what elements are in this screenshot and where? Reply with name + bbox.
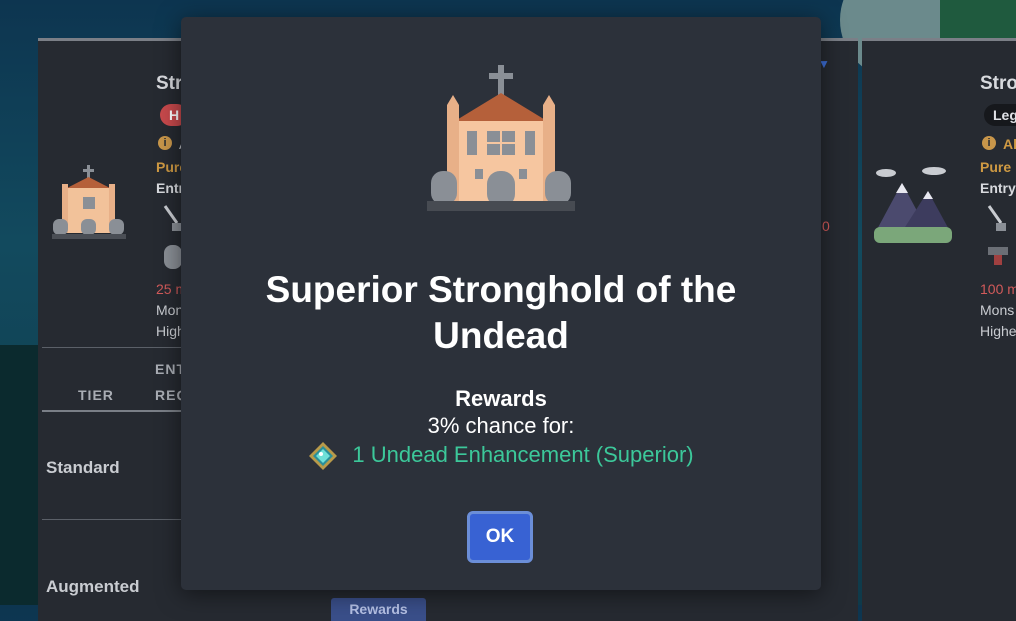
enhancement-gem-icon [309, 442, 338, 470]
ok-button[interactable]: OK [467, 511, 533, 563]
haunted-church-icon [427, 65, 575, 211]
reward-item-label: 1 Undead Enhancement (Superior) [352, 441, 694, 467]
modal-overlay: Superior Stronghold of the Undead Reward… [0, 0, 1016, 605]
reward-modal: Superior Stronghold of the Undead Reward… [181, 17, 821, 590]
modal-title: Superior Stronghold of the Undead [265, 269, 737, 356]
chance-text: 3% chance for: [427, 413, 575, 438]
rewards-heading: Rewards [455, 386, 547, 411]
reward-item: 1 Undead Enhancement (Superior) [181, 441, 821, 471]
